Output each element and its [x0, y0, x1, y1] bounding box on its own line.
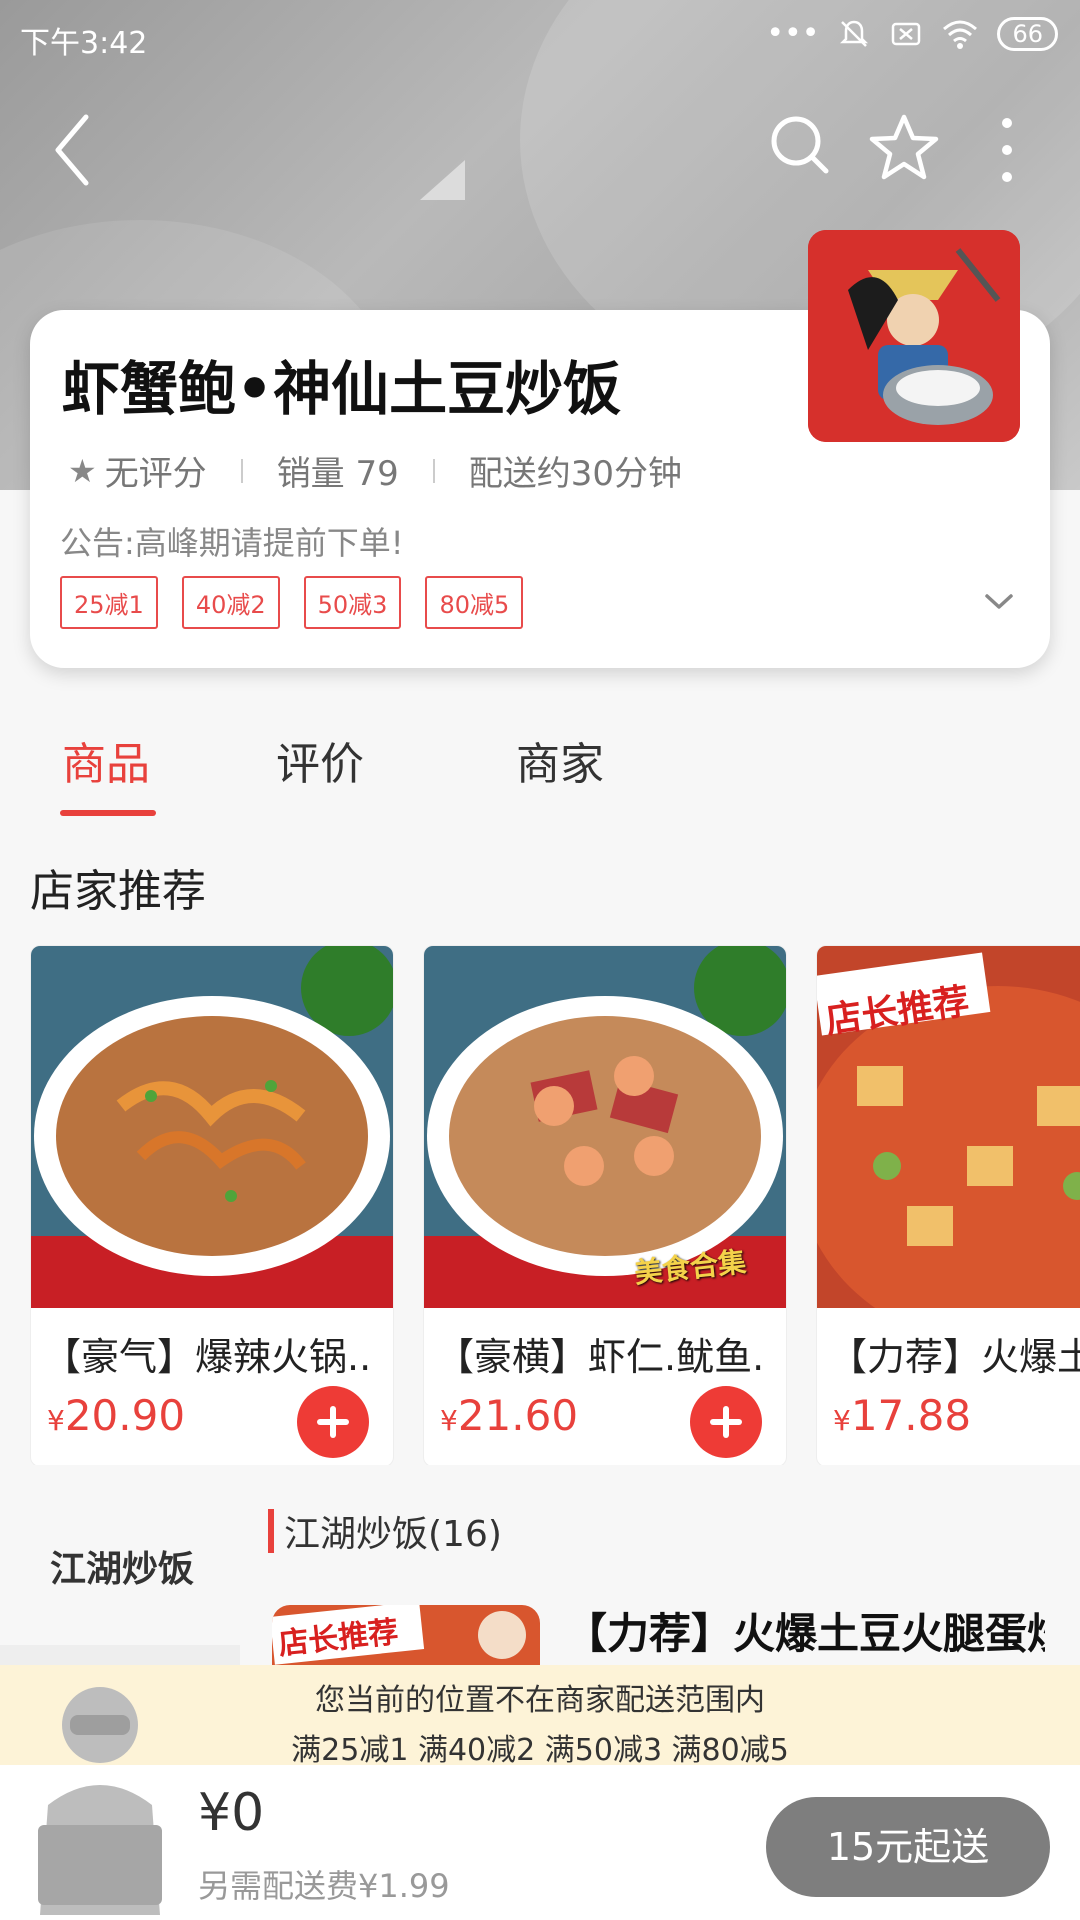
tab-bar: 商品 评价 商家: [0, 718, 1080, 828]
dish-price: ¥17.88: [833, 1391, 972, 1440]
recommend-section-title: 店家推荐: [30, 866, 206, 917]
add-to-cart-button[interactable]: [690, 1386, 762, 1458]
dish-price: ¥21.60: [440, 1391, 579, 1440]
more-options-icon[interactable]: [990, 115, 1024, 185]
dots-icon: •••: [766, 16, 820, 51]
chevron-down-icon[interactable]: [982, 586, 1016, 616]
tab-goods[interactable]: 商品: [62, 728, 150, 792]
dish-price: ¥20.90: [47, 1391, 186, 1440]
recommend-card[interactable]: 【豪气】爆辣火锅... ¥20.90: [30, 945, 394, 1465]
recommend-carousel: 【豪气】爆辣火锅... ¥20.90 美食合集 【豪横】虾仁.鱿鱼... ¥21…: [30, 945, 1080, 1465]
shop-logo: [808, 230, 1020, 442]
category-accent-bar: [268, 1509, 274, 1553]
recommend-card[interactable]: 美食合集 【豪横】虾仁.鱿鱼... ¥21.60: [423, 945, 787, 1465]
wifi-icon: [943, 20, 978, 49]
status-bar: 下午3:42 ••• 66: [0, 0, 1080, 70]
shop-sales: 销量 79: [276, 454, 399, 494]
sidebar-item-jianghu[interactable]: 江湖炒饭: [50, 1540, 194, 1592]
shop-notice: 公告:高峰期请提前下单!: [60, 524, 404, 562]
tab-reviews[interactable]: 评价: [276, 728, 364, 792]
divider: [240, 458, 243, 483]
search-icon[interactable]: [768, 113, 832, 177]
discount-badge: 50减3: [303, 576, 402, 629]
battery-indicator: 66: [997, 16, 1058, 51]
tab-merchant[interactable]: 商家: [516, 728, 604, 792]
delivery-rider-cart-icon[interactable]: [30, 1675, 170, 1915]
delivery-time: 配送约30分钟: [468, 454, 683, 494]
shop-meta: ★ 无评分 销量 79 配送约30分钟: [68, 446, 682, 495]
top-navigation: [0, 95, 1080, 205]
status-time: 下午3:42: [20, 26, 148, 61]
discount-badge: 40减2: [181, 576, 280, 629]
back-arrow-icon[interactable]: [50, 105, 110, 195]
mute-bell-icon: [840, 20, 869, 47]
rating-star-icon: ★: [68, 451, 97, 490]
shop-rating: 无评分: [104, 454, 207, 494]
shop-name: 虾蟹鲍•神仙土豆炒饭: [62, 355, 622, 423]
divider: [432, 458, 435, 483]
delivery-fee: 另需配送费¥1.99: [198, 1867, 450, 1905]
dish-image: [31, 946, 393, 1308]
cart-bar: ¥0 另需配送费¥1.99 15元起送: [0, 1687, 1080, 1920]
list-item-name[interactable]: 【力荐】火爆土豆火腿蛋炒饭: [565, 1600, 1045, 1664]
dish-name: 【力荐】火爆土: [829, 1335, 1080, 1379]
dish-name: 【豪横】虾仁.鱿鱼...: [436, 1335, 766, 1379]
category-header: 江湖炒饭(16): [268, 1505, 502, 1557]
favorite-star-icon[interactable]: [868, 111, 940, 183]
status-icons: ••• 66: [766, 16, 1058, 51]
discount-badges: 25减1 40减2 50减3 80减5: [60, 576, 524, 629]
list-item-image[interactable]: 店长推荐: [272, 1605, 540, 1665]
no-sim-icon: [892, 22, 921, 45]
checkout-button[interactable]: 15元起送: [766, 1797, 1050, 1897]
add-to-cart-button[interactable]: [297, 1386, 369, 1458]
discount-badge: 25减1: [60, 576, 158, 629]
category-title: 江湖炒饭(16): [284, 1514, 502, 1555]
active-tab-indicator: [60, 810, 156, 816]
shop-logo-illustration: [808, 230, 1020, 442]
discount-badge: 80减5: [425, 576, 524, 629]
recommend-card[interactable]: 店长推荐 【力荐】火爆土 ¥17.88: [816, 945, 1080, 1465]
dish-name: 【豪气】爆辣火锅...: [43, 1335, 373, 1379]
cart-total: ¥0: [198, 1783, 265, 1843]
